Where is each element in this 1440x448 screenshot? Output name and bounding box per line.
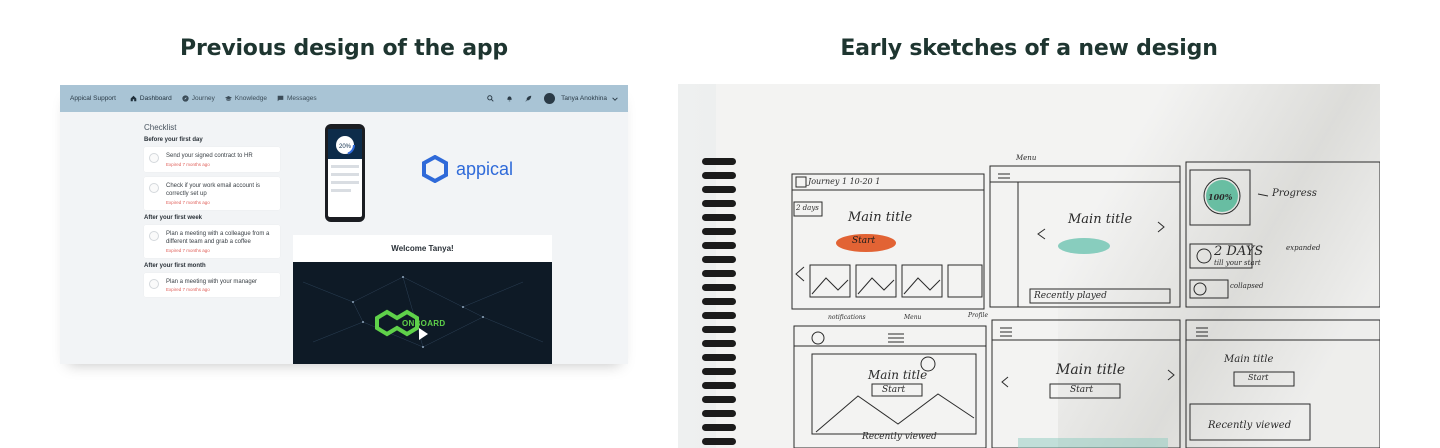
video-player[interactable] bbox=[293, 262, 552, 364]
checkbox[interactable] bbox=[149, 153, 159, 163]
checklist-item[interactable]: Plan a meeting with a colleague from a d… bbox=[144, 224, 280, 258]
checklist-item-text: Plan a meeting with your manager bbox=[166, 278, 258, 285]
checklist-item-status: Expired 7 months ago bbox=[166, 287, 210, 292]
sketch-recently-viewed: Recently viewed bbox=[862, 432, 937, 442]
sketch-recently-played: Recently played bbox=[1034, 291, 1107, 301]
phone-progress: 20% bbox=[339, 144, 352, 150]
sketch-progress-value: 100% bbox=[1208, 192, 1233, 202]
nav-label: Dashboard bbox=[139, 95, 172, 102]
sketch-days-label: 2 days bbox=[796, 204, 819, 212]
sketch-menu-note-2: Menu bbox=[904, 314, 922, 321]
sketch-collapsed-note: collapsed bbox=[1230, 282, 1264, 290]
nav-label: Knowledge bbox=[234, 95, 267, 102]
checklist-section-title: After your first week bbox=[144, 214, 203, 221]
user-menu[interactable]: Tanya Anokhina bbox=[544, 93, 618, 104]
checklist-item[interactable]: Check if your work email account is corr… bbox=[144, 176, 280, 210]
checkbox[interactable] bbox=[149, 278, 159, 289]
checklist-item-text: Send your signed contract to HR bbox=[166, 153, 253, 159]
user-name: Tanya Anokhina bbox=[561, 95, 607, 102]
sketch-days-big: 2 DAYS bbox=[1214, 244, 1264, 259]
hexagon-logo-icon bbox=[422, 155, 448, 183]
sketch-main-title: Main title bbox=[868, 368, 928, 382]
nav-messages[interactable]: Messages bbox=[277, 95, 317, 102]
nav-label: Journey bbox=[191, 95, 215, 102]
compass-icon bbox=[182, 95, 189, 102]
sketch-expanded-note: expanded bbox=[1286, 244, 1321, 252]
sketch-main-title: Main title bbox=[1068, 212, 1133, 227]
checklist-item-text: Check if your work email account is corr… bbox=[166, 182, 261, 198]
checklist-section-title: After your first month bbox=[144, 262, 206, 269]
avatar bbox=[544, 93, 556, 104]
network-background bbox=[302, 276, 544, 348]
home-icon bbox=[130, 95, 137, 102]
checklist-section-title: Before your first day bbox=[144, 137, 203, 143]
sketch-till-start: till your start bbox=[1214, 259, 1261, 267]
sketch-drawing bbox=[791, 161, 1380, 448]
right-heading: Early sketches of a new design bbox=[840, 36, 1218, 61]
checkbox[interactable] bbox=[149, 182, 159, 193]
sketch-start-button: Start bbox=[1070, 385, 1094, 395]
sketch-start-button: Start bbox=[852, 236, 876, 246]
sketch-journey-label: Journey 1 10-20 1 bbox=[808, 177, 881, 186]
nav-knowledge[interactable]: Knowledge bbox=[224, 95, 267, 102]
appical-logo: appical bbox=[422, 155, 513, 183]
left-heading: Previous design of the app bbox=[180, 36, 508, 61]
checklist-item-status: Expired 7 months ago bbox=[166, 247, 210, 253]
checklist-item-status: Expired 7 months ago bbox=[166, 161, 210, 167]
phone-mockup: 20% bbox=[325, 124, 365, 222]
graduation-cap-icon bbox=[224, 96, 232, 101]
sketch-recently-viewed: Recently viewed bbox=[1208, 420, 1292, 431]
video-title: ONBOARD bbox=[402, 319, 446, 328]
bell-icon[interactable] bbox=[506, 95, 513, 102]
checklist-item[interactable]: Send your signed contract to HR Expired … bbox=[144, 147, 280, 172]
nav-dashboard[interactable]: Dashboard bbox=[130, 95, 172, 102]
sketch-start-button: Start bbox=[882, 385, 906, 395]
sketch-start-button: Start bbox=[1248, 373, 1269, 382]
chat-icon bbox=[277, 95, 284, 102]
sketch-menu-note: Menu bbox=[1016, 154, 1037, 162]
app-topbar: Appical Support Dashboard Journey Knowle… bbox=[60, 85, 628, 112]
sketch-profile-note: Profile bbox=[968, 312, 988, 319]
rocket-icon[interactable] bbox=[525, 95, 532, 102]
play-icon[interactable] bbox=[419, 328, 428, 340]
logo-text: appical bbox=[456, 158, 514, 179]
sketch-progress-note: Progress bbox=[1272, 188, 1317, 199]
sketch-main-title: Main title bbox=[848, 210, 913, 225]
search-icon[interactable] bbox=[487, 95, 494, 102]
checklist-item[interactable]: Plan a meeting with your manager Expired… bbox=[144, 272, 280, 297]
sketch-main-title: Main title bbox=[1056, 362, 1126, 378]
checklist-item-text: Plan a meeting with a colleague from a d… bbox=[166, 230, 270, 246]
sketch-main-title: Main title bbox=[1224, 354, 1274, 365]
nav-journey[interactable]: Journey bbox=[182, 95, 215, 102]
checklist: Checklist Before your first day Send you… bbox=[144, 123, 280, 302]
previous-app-screenshot: Appical Support Dashboard Journey Knowle… bbox=[60, 85, 628, 364]
sketch-photo: Journey 1 10-20 1 2 days Main title Star… bbox=[678, 84, 1380, 448]
nav-label: Messages bbox=[287, 95, 317, 102]
app-brand: Appical Support bbox=[70, 95, 116, 102]
sketch-notifications-note: notifications bbox=[828, 314, 866, 321]
welcome-banner: Welcome Tanya! bbox=[293, 235, 552, 262]
checklist-title: Checklist bbox=[144, 123, 177, 132]
chevron-down-icon bbox=[612, 96, 618, 101]
checklist-item-status: Expired 7 months ago bbox=[166, 199, 210, 205]
checkbox[interactable] bbox=[149, 230, 159, 241]
